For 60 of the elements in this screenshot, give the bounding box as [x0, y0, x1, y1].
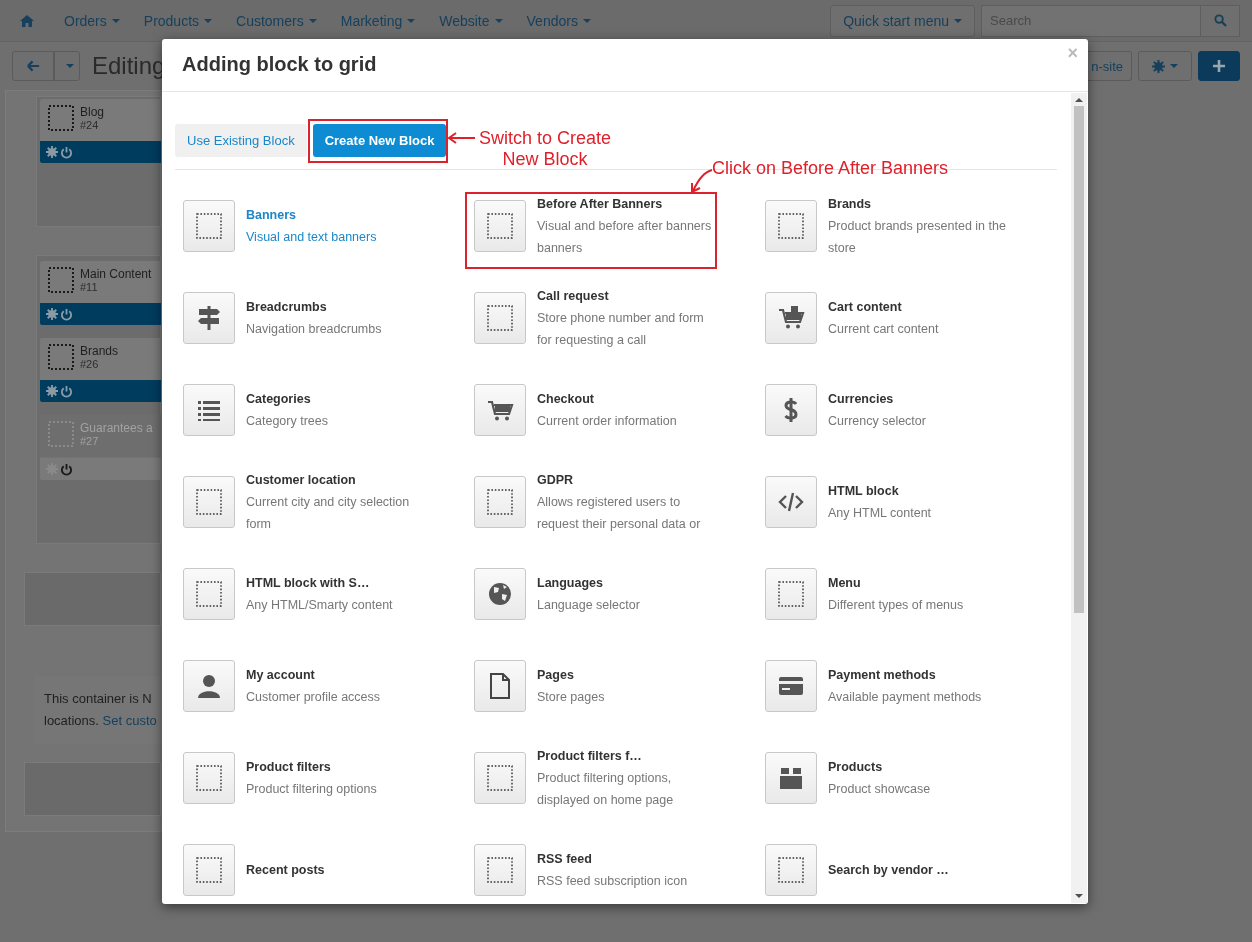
block-card[interactable]: Brands #26	[40, 338, 161, 402]
block-description: Current city and city selection form	[246, 494, 411, 533]
block-id: #24	[80, 119, 100, 131]
block-name: Brands	[80, 344, 119, 358]
block-title[interactable]: Payment methods	[828, 664, 1008, 686]
block-description: Any HTML/Smarty content	[246, 597, 394, 614]
block-description: Available payment methods	[828, 689, 983, 706]
block-title[interactable]: Search by vendor …	[828, 859, 1008, 881]
tab[interactable]: Create New Block	[312, 124, 447, 157]
block-card[interactable]: Main Content #11	[40, 261, 161, 325]
block-description: Visual and text banners	[246, 229, 378, 246]
block-description: Customer profile access	[246, 689, 382, 706]
block-title[interactable]: Recent posts	[246, 859, 426, 881]
annotation-text: Switch to Create New Block	[477, 128, 613, 170]
block-id: #11	[80, 281, 99, 293]
block-description: Product filtering options, displayed on home page	[537, 770, 675, 809]
block-description: Different types of menus	[828, 597, 965, 614]
block-title[interactable]: Banners	[246, 204, 426, 226]
block-title[interactable]: Product filters	[246, 756, 426, 778]
block-title[interactable]: Languages	[537, 572, 717, 594]
block-description: Current order information	[537, 413, 678, 430]
block-title[interactable]: Customer location	[246, 469, 426, 491]
tab[interactable]: Use Existing Block	[175, 124, 307, 157]
block-description: Visual and before after banners banners	[537, 218, 713, 257]
block-description: Store pages	[537, 689, 606, 706]
block-title[interactable]: HTML block	[828, 480, 1008, 502]
block-description: Language selector	[537, 597, 641, 614]
block-title[interactable]: Cart content	[828, 296, 1008, 318]
block-name: Blog	[80, 105, 105, 119]
block-title[interactable]: Currencies	[828, 388, 1008, 410]
block-title[interactable]: Before After Banners	[537, 193, 717, 215]
block-description: Category trees	[246, 413, 329, 430]
block-description: Any HTML content	[828, 505, 933, 522]
block-title[interactable]: Checkout	[537, 388, 717, 410]
block-id: #26	[80, 358, 100, 370]
annotation-text: Click on Before After Banners	[712, 158, 949, 179]
block-title[interactable]: My account	[246, 664, 426, 686]
block-title[interactable]: Breadcrumbs	[246, 296, 426, 318]
block-description: Product filtering options	[246, 781, 378, 798]
block-description: RSS feed subscription icon	[537, 873, 689, 890]
block-title[interactable]: Categories	[246, 388, 426, 410]
block-title[interactable]: Menu	[828, 572, 1008, 594]
block-title[interactable]: Pages	[537, 664, 717, 686]
block-title[interactable]: HTML block with S…	[246, 572, 426, 594]
block-title[interactable]: GDPR	[537, 469, 717, 491]
block-title[interactable]: RSS feed	[537, 848, 717, 870]
block-description: Product brands presented in the store	[828, 218, 1007, 257]
block-description: Allows registered users to request their personal data or	[537, 494, 702, 533]
block-name: Main Content	[80, 267, 152, 281]
block-title[interactable]: Call request	[537, 285, 717, 307]
block-description: Store phone number and form for requesting a call	[537, 310, 705, 349]
block-description: Current cart content	[828, 321, 940, 338]
block-description: Navigation breadcrumbs	[246, 321, 383, 338]
block-title[interactable]: Brands	[828, 193, 1008, 215]
block-description: Product showcase	[828, 781, 932, 798]
block-title[interactable]: Product filters f…	[537, 745, 717, 767]
block-card[interactable]: Blog #24	[40, 99, 161, 163]
block-description: Currency selector	[828, 413, 927, 430]
modal-title: Adding block to grid	[182, 53, 377, 76]
block-title[interactable]: Products	[828, 756, 1008, 778]
